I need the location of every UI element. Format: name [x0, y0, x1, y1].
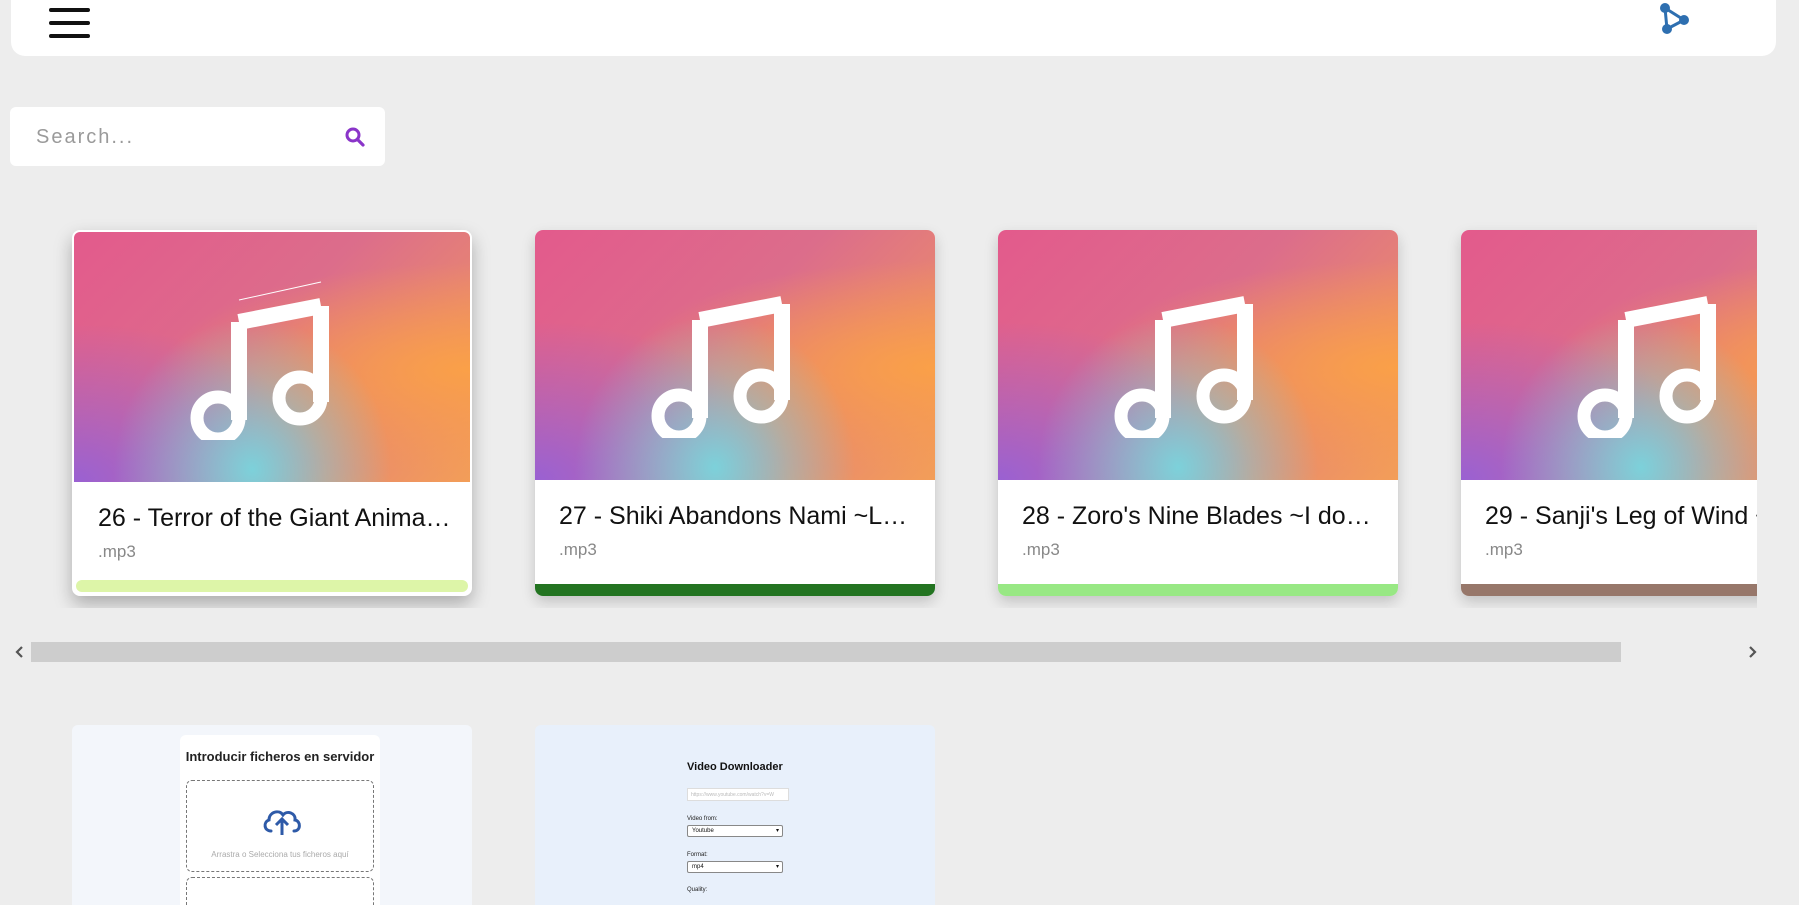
search-input[interactable]	[34, 107, 328, 168]
top-bar	[11, 0, 1776, 56]
video-url-field: https://www.youtube.com/watch?v=W	[687, 788, 789, 801]
format-label: Format:	[687, 852, 708, 858]
video-from-label: Video from:	[687, 816, 718, 822]
album-cover	[74, 232, 470, 482]
hamburger-menu-icon[interactable]	[49, 8, 91, 44]
track-extension: .mp3	[1022, 540, 1060, 559]
chevron-right-icon[interactable]	[1744, 641, 1762, 663]
dropzone: Arrastra o Selecciona tus ficheros aquí	[186, 780, 374, 872]
dropzone-secondary	[186, 877, 374, 905]
track-card[interactable]: 27 - Shiki Abandons Nami ~Luffy Does not…	[535, 230, 935, 596]
accent-bar	[998, 584, 1398, 596]
upload-preview-card[interactable]: Introducir ficheros en servidor Arrastra…	[72, 725, 472, 905]
search-icon[interactable]	[343, 125, 367, 149]
track-extension: .mp3	[1485, 540, 1523, 559]
album-cover	[535, 230, 935, 480]
track-title: 26 - Terror of the Giant Animals - Nami …	[98, 504, 453, 532]
upload-panel: Introducir ficheros en servidor Arrastra…	[180, 735, 380, 905]
video-downloader-title: Video Downloader	[687, 761, 783, 773]
album-cover	[1461, 230, 1757, 480]
dropzone-text: Arrastra o Selecciona tus ficheros aquí	[211, 850, 349, 859]
format-select: mp4	[687, 861, 783, 873]
cloud-upload-icon	[263, 810, 301, 835]
horizontal-scrollbar[interactable]	[10, 641, 1762, 663]
video-from-select: Youtube	[687, 825, 783, 837]
upload-title: Introducir ficheros en servidor	[185, 749, 375, 764]
accent-bar	[535, 584, 935, 596]
track-title: 27 - Shiki Abandons Nami ~Luffy Does not…	[559, 502, 914, 530]
music-note-icon	[190, 281, 329, 440]
accent-bar	[76, 580, 468, 592]
video-downloader-preview-card[interactable]: Video Downloader https://www.youtube.com…	[535, 725, 935, 905]
track-extension: .mp3	[98, 542, 136, 561]
music-note-icon	[1577, 296, 1716, 438]
album-cover	[998, 230, 1398, 480]
quality-label: Quality:	[687, 887, 708, 893]
track-extension: .mp3	[559, 540, 597, 559]
track-card[interactable]: 26 - Terror of the Giant Animals - Nami …	[72, 230, 472, 596]
track-card[interactable]: 28 - Zoro's Nine Blades ~I don't Care .m…	[998, 230, 1398, 596]
track-title: 28 - Zoro's Nine Blades ~I don't Care	[1022, 502, 1377, 530]
chevron-left-icon[interactable]	[10, 641, 28, 663]
track-card[interactable]: 29 - Sanji's Leg of Wind ~Let's Go .mp3	[1461, 230, 1757, 596]
track-carousel: 26 - Terror of the Giant Animals - Nami …	[0, 218, 1757, 608]
music-note-icon	[651, 296, 790, 438]
share-nodes-icon[interactable]	[1656, 0, 1692, 36]
track-title: 29 - Sanji's Leg of Wind ~Let's Go	[1485, 502, 1757, 530]
scrollbar-thumb[interactable]	[31, 642, 1621, 662]
search-box	[10, 107, 385, 168]
accent-bar	[1461, 584, 1757, 596]
music-note-icon	[1114, 296, 1253, 438]
